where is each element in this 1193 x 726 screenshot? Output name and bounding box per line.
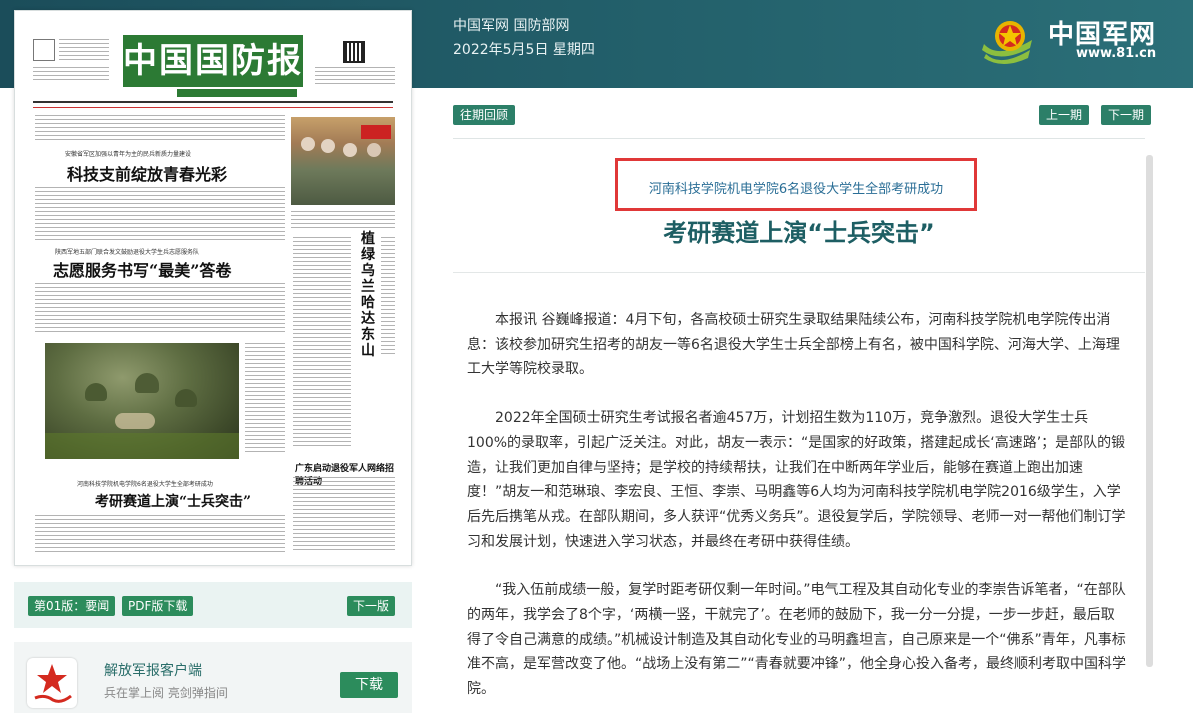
next-edition-button[interactable]: 下一版 xyxy=(347,596,396,616)
app-promo: 解放军报客户端 兵在掌上阅 亮剑弹指间 下载 xyxy=(14,642,412,713)
headline-3[interactable]: 考研赛道上演“士兵突击” xyxy=(95,491,251,511)
masthead-slogan xyxy=(177,89,297,97)
article-subheading: 河南科技学院机电学院6名退役大学生全部考研成功 xyxy=(648,182,944,197)
app-download-button[interactable]: 下载 xyxy=(340,672,398,698)
article-scrollbar[interactable] xyxy=(1146,155,1153,667)
headline-2[interactable]: 志愿服务书写“最美”答卷 xyxy=(53,257,231,281)
header-info: 中国军网 国防部网 2022年5月5日 星期四 xyxy=(453,14,595,62)
newspaper-masthead: 中国国防报 xyxy=(123,35,303,87)
headline-3-kicker: 河南科技学院机电学院6名退役大学生全部考研成功 xyxy=(77,481,213,488)
article-title: 考研赛道上演“士兵突击” xyxy=(663,219,935,247)
issue-date: 2022年5月5日 星期四 xyxy=(453,42,595,58)
news-photo-medical[interactable] xyxy=(291,117,395,205)
headline-1[interactable]: 科技支前绽放青春光彩 xyxy=(67,161,227,185)
masthead-left-info xyxy=(33,39,115,89)
nav-divider xyxy=(453,138,1145,139)
qr-code-icon xyxy=(343,41,365,63)
headline-vertical[interactable]: 植绿乌兰哈达东山 xyxy=(357,231,379,359)
edition-page-button[interactable]: 第01版：要闻 xyxy=(28,596,116,616)
logo-url: www.81.cn xyxy=(1076,46,1157,61)
next-issue-button[interactable]: 下一期 xyxy=(1101,105,1152,125)
headline-1-kicker: 安徽省军区加强以青年为主的民兵新质力量建设 xyxy=(65,151,192,158)
article-paragraph-3: “我入伍前成绩一般，复学时距考研仅剩一年时间。”电气工程及其自动化专业的李崇告诉… xyxy=(467,582,1127,698)
headline-2-kicker: 陕西军地五部门联合发文鼓励退役大学生兵志愿服务队 xyxy=(55,249,200,256)
article-paragraph-1: 本报讯 谷巍峰报道：4月下旬，各高校硕士研究生录取结果陆续公布，河南科技学院机电… xyxy=(467,312,1120,378)
news-photo-soldiers[interactable] xyxy=(45,343,239,459)
edition-bar: 第01版：要闻 PDF版下载 下一版 xyxy=(14,582,412,628)
title-divider xyxy=(453,272,1145,273)
pla-daily-app-icon xyxy=(27,658,77,708)
newspaper-page: 中国国防报 安徽省军区加强以青年为主的民兵新质力量建设 科技支前绽放青春光彩 陕… xyxy=(25,21,401,557)
app-subtitle: 兵在掌上阅 亮剑弹指间 xyxy=(104,686,228,700)
prev-issue-button[interactable]: 上一期 xyxy=(1039,105,1090,125)
article-body: 本报讯 谷巍峰报道：4月下旬，各高校硕士研究生录取结果陆续公布，河南科技学院机电… xyxy=(467,308,1127,726)
pdf-download-button[interactable]: PDF版下载 xyxy=(122,596,194,616)
red-star-icon xyxy=(34,664,72,703)
army-star-icon xyxy=(982,21,1032,64)
site-links[interactable]: 中国军网 国防部网 xyxy=(453,14,595,38)
newspaper-page-thumbnail[interactable]: 中国国防报 安徽省军区加强以青年为主的民兵新质力量建设 科技支前绽放青春光彩 陕… xyxy=(14,10,412,566)
article-paragraph-2: 2022年全国硕士研究生考试报名者逾457万，计划招生数为110万，竞争激烈。退… xyxy=(467,410,1126,550)
archive-button[interactable]: 往期回顾 xyxy=(453,105,516,125)
app-title[interactable]: 解放军报客户端 xyxy=(104,660,202,680)
site-logo[interactable]: 中国军网 www.81.cn xyxy=(980,12,1180,72)
